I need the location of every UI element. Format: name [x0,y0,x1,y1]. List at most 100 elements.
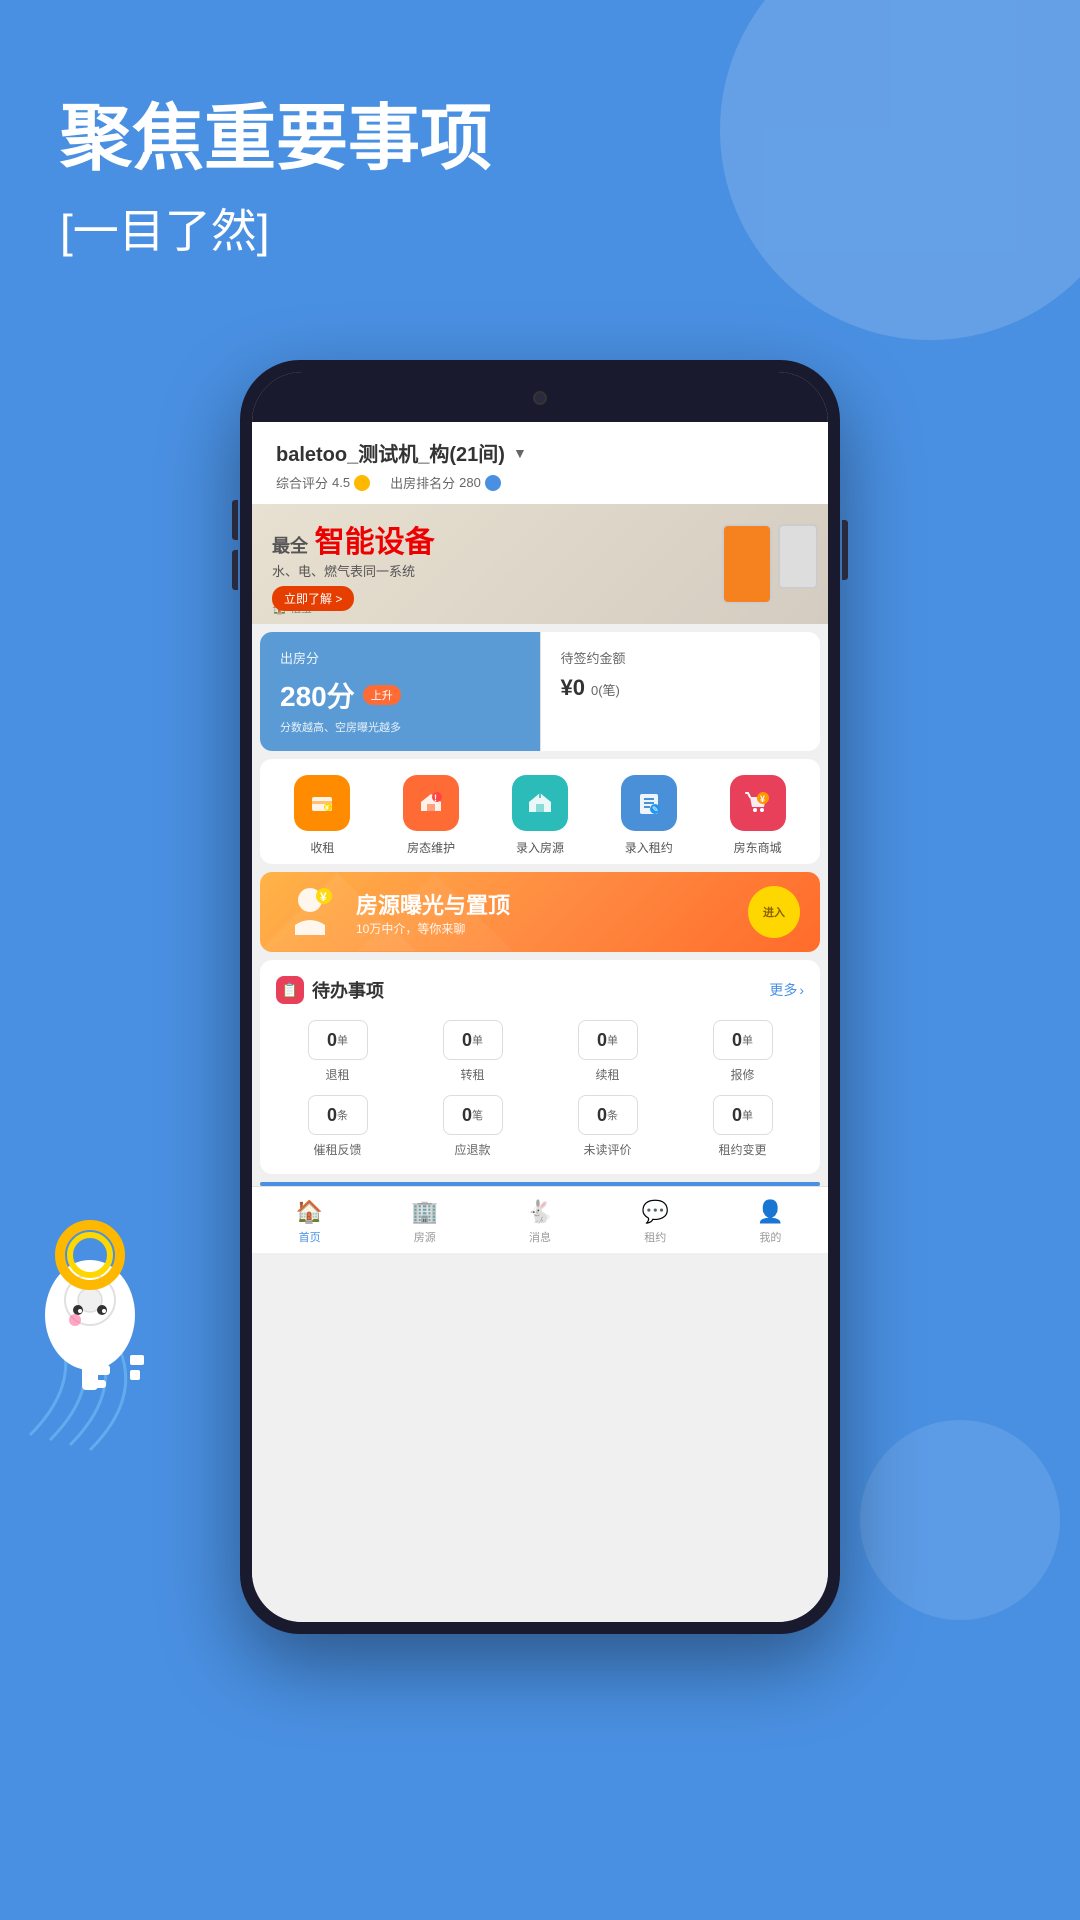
banner[interactable]: 最全 智能设备 水、电、燃气表同一系统 立即了解 > 🏠 租宝 [252,504,828,624]
fangtai-icon: ! [403,775,459,831]
mascot-area [0,1155,220,1480]
score-display: 280分 上升 [280,675,520,715]
score-card-title: 出房分 [280,648,520,667]
todo-baoxiu[interactable]: 0单 报修 [681,1020,804,1083]
rank-icon [485,475,501,491]
phone-frame: baletoo_测试机_构(21间) ▼ 综合评分 4.5 出房排名分 280 [240,360,840,1634]
shangcheng-label: 房东商城 [734,839,782,856]
rank-item: 出房排名分 280 [390,473,501,492]
mine-icon: 👤 [757,1199,784,1225]
score-card: 出房分 280分 上升 分数越高、空房曝光越多 [260,632,540,751]
todo-weiduping[interactable]: 0条 未读评价 [546,1095,669,1158]
phone-screen: baletoo_测试机_构(21间) ▼ 综合评分 4.5 出房排名分 280 [252,372,828,1622]
phone-notch [252,372,828,422]
luru-fang-icon [512,775,568,831]
nav-msg[interactable]: 🐇 消息 [482,1195,597,1249]
app-title-row: baletoo_测试机_构(21间) ▼ [276,438,804,467]
quick-actions: ¥ 收租 ! 房态维护 [260,759,820,864]
cuizu-badge: 0条 [308,1095,368,1135]
fang-icon: 🏢 [411,1199,438,1225]
todo-more[interactable]: 更多 › [769,980,804,1000]
todo-cuizu[interactable]: 0条 催租反馈 [276,1095,399,1158]
bottom-nav: 🏠 首页 🏢 房源 🐇 消息 💬 租约 [252,1186,828,1253]
screen-content: baletoo_测试机_构(21间) ▼ 综合评分 4.5 出房排名分 280 [252,422,828,1622]
nav-home-label: 首页 [299,1229,321,1245]
pending-sign-card: 待签约金额 ¥0 0(笔) [541,632,821,751]
todo-xuzu[interactable]: 0单 续租 [546,1020,669,1083]
action-luru-fang[interactable]: 录入房源 [500,775,580,856]
power-button [842,520,848,580]
fangtai-label: 房态维护 [407,839,455,856]
luru-fang-label: 录入房源 [516,839,564,856]
app-header: baletoo_测试机_构(21间) ▼ 综合评分 4.5 出房排名分 280 [252,422,828,504]
stats-row: 出房分 280分 上升 分数越高、空房曝光越多 待签约金额 ¥0 0(笔) [260,632,820,751]
mascot-svg [0,1155,220,1475]
nav-zuyue[interactable]: 💬 租约 [598,1195,713,1249]
app-title[interactable]: baletoo_测试机_构(21间) [276,438,505,467]
luru-zu-icon: ✎ [621,775,677,831]
banner-text: 最全 智能设备 水、电、燃气表同一系统 立即了解 > [272,517,435,611]
action-shouzu[interactable]: ¥ 收租 [282,775,362,856]
pending-count: 0(笔) [591,680,620,699]
chevron-right-icon: › [799,982,804,998]
zuyuebiangeng-badge: 0单 [713,1095,773,1135]
nav-mine[interactable]: 👤 我的 [713,1195,828,1249]
header-section: 聚焦重要事项 [一目了然] [60,100,492,261]
action-fangtai[interactable]: ! 房态维护 [391,775,471,856]
notch-cutout [450,380,630,416]
bg-circle-top [720,0,1080,340]
pending-sign-title: 待签约金额 [561,648,801,667]
nav-msg-label: 消息 [529,1229,551,1245]
banner-cta[interactable]: 立即了解 > [272,586,354,611]
zhuanzu-label: 转租 [460,1066,484,1083]
nav-fang-label: 房源 [414,1229,436,1245]
shangcheng-icon: ¥ [730,775,786,831]
header-subtitle: [一目了然] [60,195,492,261]
device-1 [722,524,772,604]
volume-down-button [232,550,238,590]
todo-zuyuebiangeng[interactable]: 0单 租约变更 [681,1095,804,1158]
nav-zuyue-label: 租约 [644,1229,666,1245]
todo-title-group: 📋 待办事项 [276,976,384,1004]
zuyuebiangeng-label: 租约变更 [718,1141,766,1158]
score-label: 综合评分 [276,473,328,492]
todo-yingtuikuan[interactable]: 0笔 应退款 [411,1095,534,1158]
zuyue-icon: 💬 [642,1199,669,1225]
score-badge: 上升 [363,685,401,705]
nav-home[interactable]: 🏠 首页 [252,1195,367,1249]
action-shangcheng[interactable]: ¥ 房东商城 [718,775,798,856]
svg-text:¥: ¥ [325,805,329,812]
luru-zu-label: 录入租约 [625,839,673,856]
pending-amount-row: ¥0 0(笔) [561,675,801,701]
pending-amount: ¥0 [561,675,585,701]
nav-mine-label: 我的 [759,1229,781,1245]
tuizu-label: 退租 [325,1066,349,1083]
nav-fang[interactable]: 🏢 房源 [367,1195,482,1249]
baoxiu-label: 报修 [730,1066,754,1083]
rank-value: 280 [459,475,481,490]
action-luru-zu[interactable]: ✎ 录入租约 [609,775,689,856]
home-icon: 🏠 [296,1199,323,1225]
todo-header: 📋 待办事项 更多 › [276,976,804,1004]
score-number: 280分 [280,675,355,715]
svg-text:¥: ¥ [760,794,765,804]
msg-icon: 🐇 [526,1199,553,1225]
banner-title: 最全 智能设备 [272,517,435,561]
promo-banner[interactable]: ¥ 房源曝光与置顶 10万中介，等你来聊 进入 [260,872,820,952]
baoxiu-badge: 0单 [713,1020,773,1060]
score-item: 综合评分 4.5 [276,473,370,492]
todo-zhuanzu[interactable]: 0单 转租 [411,1020,534,1083]
yingtuikuan-label: 应退款 [454,1141,490,1158]
todo-icon: 📋 [276,976,304,1004]
todo-grid-row2: 0条 催租反馈 0笔 应退款 0条 [276,1095,804,1158]
xuzu-badge: 0单 [578,1020,638,1060]
tuizu-badge: 0单 [308,1020,368,1060]
score-value: 4.5 [332,475,350,490]
header-title: 聚焦重要事项 [60,100,492,179]
weiduping-label: 未读评价 [583,1141,631,1158]
todo-grid-row1: 0单 退租 0单 转租 0单 [276,1020,804,1083]
todo-tuizu[interactable]: 0单 退租 [276,1020,399,1083]
dropdown-icon[interactable]: ▼ [513,445,527,461]
banner-devices [722,524,818,604]
actions-row: ¥ 收租 ! 房态维护 [268,775,812,856]
